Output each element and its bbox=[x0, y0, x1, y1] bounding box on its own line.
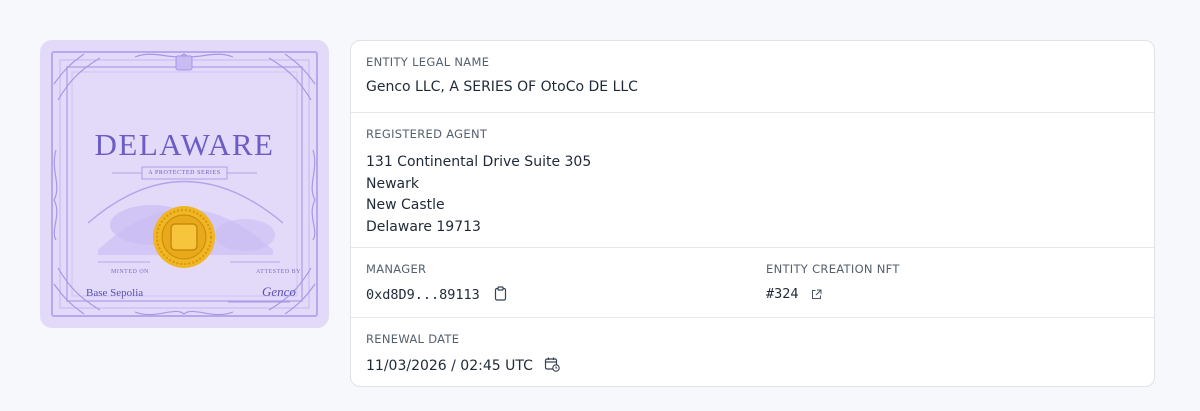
creation-nft-column: ENTITY CREATION NFT #324 bbox=[766, 248, 900, 304]
entity-certificate-image: DELAWARE A PROTECTED SERIES MINTED ON AT… bbox=[40, 40, 329, 328]
address-line: Newark bbox=[366, 175, 419, 192]
legal-name-value: Genco LLC, A SERIES OF OtoCo DE LLC bbox=[366, 79, 638, 95]
renewal-date-row: 11/03/2026 / 02:45 UTC bbox=[366, 356, 1154, 376]
entity-details-card: ENTITY LEGAL NAME Genco LLC, A SERIES OF… bbox=[350, 40, 1155, 387]
address-line: New Castle bbox=[366, 197, 445, 213]
calendar-icon[interactable] bbox=[544, 356, 561, 376]
gold-seal-icon bbox=[153, 206, 215, 268]
registered-agent-address: 131 Continental Drive Suite 305 Newark N… bbox=[366, 152, 1154, 238]
clipboard-icon[interactable] bbox=[494, 286, 507, 305]
manager-column: MANAGER 0xd8D9...89113 bbox=[366, 248, 507, 305]
address-line: Delaware 19713 bbox=[366, 218, 481, 235]
creation-nft-link[interactable]: #324 bbox=[766, 286, 799, 302]
creation-nft-row: #324 bbox=[766, 286, 900, 304]
legal-name-section: ENTITY LEGAL NAME Genco LLC, A SERIES OF… bbox=[351, 41, 1154, 112]
address-line: 131 Continental Drive Suite 305 bbox=[366, 154, 592, 170]
renewal-date-label: RENEWAL DATE bbox=[366, 332, 460, 346]
manager-nft-section: MANAGER 0xd8D9...89113 ENTITY CREATION N… bbox=[351, 247, 1154, 317]
attested-by-label: ATTESTED BY bbox=[256, 269, 301, 275]
renewal-date-section: RENEWAL DATE 11/03/2026 / 02:45 UTC bbox=[351, 317, 1154, 386]
certificate-subtitle: A PROTECTED SERIES bbox=[148, 170, 221, 176]
manager-address-row: 0xd8D9...89113 bbox=[366, 286, 507, 305]
attested-signature: Genco bbox=[262, 284, 296, 299]
manager-label: MANAGER bbox=[366, 262, 427, 276]
registered-agent-label: REGISTERED AGENT bbox=[366, 127, 488, 141]
certificate-title: DELAWARE bbox=[94, 127, 275, 162]
renewal-date-value: 11/03/2026 / 02:45 UTC bbox=[366, 358, 533, 374]
creation-nft-label: ENTITY CREATION NFT bbox=[766, 262, 900, 276]
registered-agent-section: REGISTERED AGENT 131 Continental Drive S… bbox=[351, 112, 1154, 247]
external-link-icon[interactable] bbox=[811, 288, 822, 304]
minted-on-value: Base Sepolia bbox=[86, 287, 144, 299]
legal-name-label: ENTITY LEGAL NAME bbox=[366, 55, 490, 69]
minted-on-label: MINTED ON bbox=[111, 269, 149, 275]
manager-address: 0xd8D9...89113 bbox=[366, 287, 480, 303]
